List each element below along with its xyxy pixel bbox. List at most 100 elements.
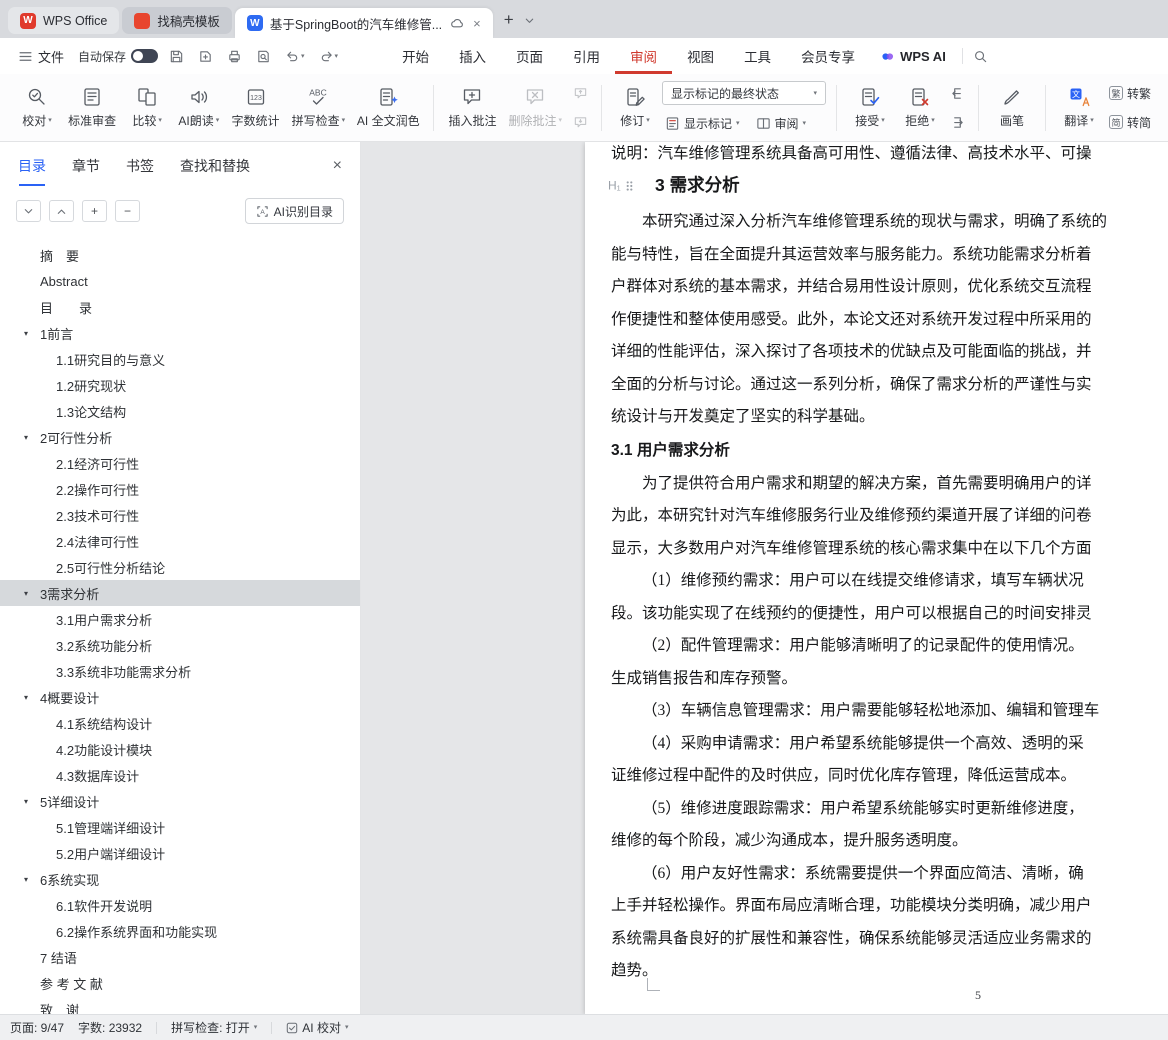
ribbon-tab[interactable]: 视图 xyxy=(672,38,729,74)
toc-item[interactable]: ▾ 4概要设计 xyxy=(0,684,360,710)
doc-line[interactable]: H₁ 显示，大多数用户对汽车维修管理系统的核心需求集中在以下几个方面 xyxy=(611,533,1168,566)
expand-triangle-icon[interactable]: ▾ xyxy=(24,693,28,702)
doc-line[interactable]: H₁ 趋势。 xyxy=(611,955,1168,988)
ribbon-tab[interactable]: 开始 xyxy=(387,38,444,74)
expand-triangle-icon[interactable]: ▾ xyxy=(24,589,28,598)
document-page[interactable]: H₁ 说明：汽车维修管理系统具备高可用性、遵循法律、高技术水平、可操 H₁ 3 xyxy=(585,142,1168,1014)
search-icon[interactable] xyxy=(973,49,988,64)
doc-line[interactable]: H₁ 统设计与开发奠定了坚实的科学基础。 xyxy=(611,401,1168,434)
new-tab-button[interactable]: + xyxy=(496,7,522,33)
doc-line[interactable]: H₁ 为此，本研究针对汽车维修服务行业及维修预约渠道开展了详细的问卷 xyxy=(611,500,1168,533)
doc-line[interactable]: H₁ （3）车辆信息管理需求：用户需要能够轻松地添加、编辑和管理车 xyxy=(611,695,1168,728)
wps-ai-button[interactable]: WPS AI xyxy=(870,38,956,74)
toc-item[interactable]: ▾ 2.2操作可行性 xyxy=(0,476,360,502)
toc-item[interactable]: ▾ 3需求分析 xyxy=(0,580,360,606)
ribbon-tab[interactable]: 审阅 xyxy=(615,38,672,74)
toc-item[interactable]: ▾ 4.1系统结构设计 xyxy=(0,710,360,736)
print-preview-button[interactable] xyxy=(253,46,274,67)
standard-review-button[interactable]: 标准审查 xyxy=(64,79,120,137)
ai-read-aloud-button[interactable]: AI朗读▾ xyxy=(174,79,223,137)
toc-item[interactable]: ▾ 2可行性分析 xyxy=(0,424,360,450)
spell-check-button[interactable]: ABC 拼写检查▾ xyxy=(288,79,349,137)
doc-line[interactable]: H₁ 上手并轻松操作。界面布局应清晰合理，功能模块分类明确，减少用户 xyxy=(611,890,1168,923)
toc-item[interactable]: ▾ 6.1软件开发说明 xyxy=(0,892,360,918)
toc-item[interactable]: ▾ 摘 要 xyxy=(0,242,360,268)
toc-item[interactable]: ▾ 3.2系统功能分析 xyxy=(0,632,360,658)
zoom-in-toc-button[interactable]: + xyxy=(82,200,107,222)
toc-item[interactable]: ▾ 3.1用户需求分析 xyxy=(0,606,360,632)
autosave-toggle[interactable] xyxy=(131,49,158,63)
doc-line[interactable]: H₁ 户群体对系统的基本需求，并结合易用性设计原则，优化系统交互流程 xyxy=(611,271,1168,304)
toc-item[interactable]: ▾ 2.3技术可行性 xyxy=(0,502,360,528)
markup-state-dropdown[interactable]: 显示标记的最终状态 ▾ xyxy=(662,81,826,105)
toc-item[interactable]: ▾ 2.4法律可行性 xyxy=(0,528,360,554)
toc-item[interactable]: ▾ 4.3数据库设计 xyxy=(0,762,360,788)
show-markup-button[interactable]: 显示标记▾ xyxy=(662,112,743,134)
expand-triangle-icon[interactable]: ▾ xyxy=(24,433,28,442)
expand-triangle-icon[interactable]: ▾ xyxy=(24,875,28,884)
doc-line[interactable]: H₁ 证维修过程中配件的及时供应，同时优化库存管理，降低运营成本。 xyxy=(611,760,1168,793)
toc-item[interactable]: ▾ 1.2研究现状 xyxy=(0,372,360,398)
undo-button[interactable]: ▾ xyxy=(282,46,308,67)
doc-line[interactable]: H₁ 本研究通过深入分析汽车维修管理系统的现状与需求，明确了系统的 xyxy=(611,206,1168,239)
doc-line[interactable]: H₁ 能与特性，旨在全面提升其运营效率与服务能力。系统功能需求分析着 xyxy=(611,239,1168,272)
next-change-button[interactable] xyxy=(947,111,968,133)
autosave-control[interactable]: 自动保存 xyxy=(78,48,158,65)
toc-item[interactable]: ▾ 致 谢 xyxy=(0,996,360,1014)
toc-item[interactable]: ▾ Abstract xyxy=(0,268,360,294)
doc-line[interactable]: H₁ 详细的性能评估，深入探讨了各项技术的优缺点及可能面临的挑战，并 xyxy=(611,336,1168,369)
accept-change-button[interactable]: 接受▾ xyxy=(847,79,893,137)
export-button[interactable] xyxy=(195,46,216,67)
ribbon-tab[interactable]: 会员专享 xyxy=(786,38,870,74)
ribbon-tab[interactable]: 插入 xyxy=(444,38,501,74)
ribbon-tab[interactable]: 引用 xyxy=(558,38,615,74)
expand-triangle-icon[interactable]: ▾ xyxy=(24,329,28,338)
tab-docer-template[interactable]: 找稿壳模板 xyxy=(122,7,232,34)
toc-item[interactable]: ▾ 4.2功能设计模块 xyxy=(0,736,360,762)
doc-line[interactable]: H₁ 维修的每个阶段，减少沟通成本，提升服务透明度。 xyxy=(611,825,1168,858)
ai-proofread-status[interactable]: AI 校对▾ xyxy=(286,1019,348,1036)
heading-drag-handle[interactable]: H₁ xyxy=(608,165,634,206)
toc-item[interactable]: ▾ 2.1经济可行性 xyxy=(0,450,360,476)
doc-line[interactable]: H₁ 全面的分析与讨论。通过这一系列分析，确保了需求分析的严谨性与实 xyxy=(611,369,1168,402)
expand-triangle-icon[interactable]: ▾ xyxy=(24,797,28,806)
doc-line[interactable]: H₁ （5）维修进度跟踪需求：用户希望系统能够实时更新维修进度， xyxy=(611,793,1168,826)
toc-item[interactable]: ▾ 6系统实现 xyxy=(0,866,360,892)
doc-line[interactable]: H₁ 3.1 用户需求分析 xyxy=(611,434,1168,468)
word-count-indicator[interactable]: 字数: 23932 xyxy=(78,1019,142,1036)
save-button[interactable] xyxy=(166,46,187,67)
toc-item[interactable]: ▾ 7 结语 xyxy=(0,944,360,970)
ribbon-tab[interactable]: 工具 xyxy=(729,38,786,74)
toc-item[interactable]: ▾ 参 考 文 献 xyxy=(0,970,360,996)
doc-line[interactable]: H₁ 3 需求分析 xyxy=(611,165,1168,206)
doc-line[interactable]: H₁ （6）用户友好性需求：系统需要提供一个界面应简洁、清晰，确 xyxy=(611,858,1168,891)
close-sidebar-icon[interactable]: × xyxy=(333,157,342,175)
doc-line[interactable]: H₁ 说明：汽车维修管理系统具备高可用性、遵循法律、高技术水平、可操 xyxy=(611,143,1168,165)
redo-button[interactable]: ▾ xyxy=(316,46,342,67)
sidebar-tab[interactable]: 查找和替换 xyxy=(180,156,250,176)
toc-item[interactable]: ▾ 1.1研究目的与意义 xyxy=(0,346,360,372)
print-button[interactable] xyxy=(224,46,245,67)
zoom-out-toc-button[interactable]: − xyxy=(115,200,140,222)
expand-all-button[interactable] xyxy=(49,200,74,222)
doc-line[interactable]: H₁ 系统需具备良好的扩展性和兼容性，确保系统能够灵活适应业务需求的 xyxy=(611,923,1168,956)
sidebar-tab[interactable]: 目录 xyxy=(18,156,46,176)
doc-line[interactable]: H₁ 为了提供符合用户需求和期望的解决方案，首先需要明确用户的详 xyxy=(611,468,1168,501)
toc-item[interactable]: ▾ 2.5可行性分析结论 xyxy=(0,554,360,580)
doc-line[interactable]: H₁ （2）配件管理需求：用户能够清晰明了的记录配件的使用情况。 xyxy=(611,630,1168,663)
toc-item[interactable]: ▾ 1.3论文结构 xyxy=(0,398,360,424)
toc-item[interactable]: ▾ 5.2用户端详细设计 xyxy=(0,840,360,866)
ink-button[interactable]: 画笔 xyxy=(989,79,1035,137)
close-tab-icon[interactable]: × xyxy=(473,16,481,31)
previous-change-button[interactable] xyxy=(947,82,968,104)
toc-item[interactable]: ▾ 目 录 xyxy=(0,294,360,320)
tab-wps-office[interactable]: W WPS Office xyxy=(8,7,119,34)
word-count-button[interactable]: 123 字数统计 xyxy=(227,79,283,137)
toc-item[interactable]: ▾ 3.3系统非功能需求分析 xyxy=(0,658,360,684)
toc-item[interactable]: ▾ 5.1管理端详细设计 xyxy=(0,814,360,840)
ribbon-tab[interactable]: 页面 xyxy=(501,38,558,74)
doc-line[interactable]: H₁ 生成销售报告和库存预警。 xyxy=(611,663,1168,696)
ai-recognize-toc-button[interactable]: A AI识别目录 xyxy=(245,198,344,224)
spell-check-status[interactable]: 拼写检查: 打开▾ xyxy=(171,1019,257,1036)
tab-active-document[interactable]: W 基于SpringBoot的汽车维修管... × xyxy=(235,8,493,38)
